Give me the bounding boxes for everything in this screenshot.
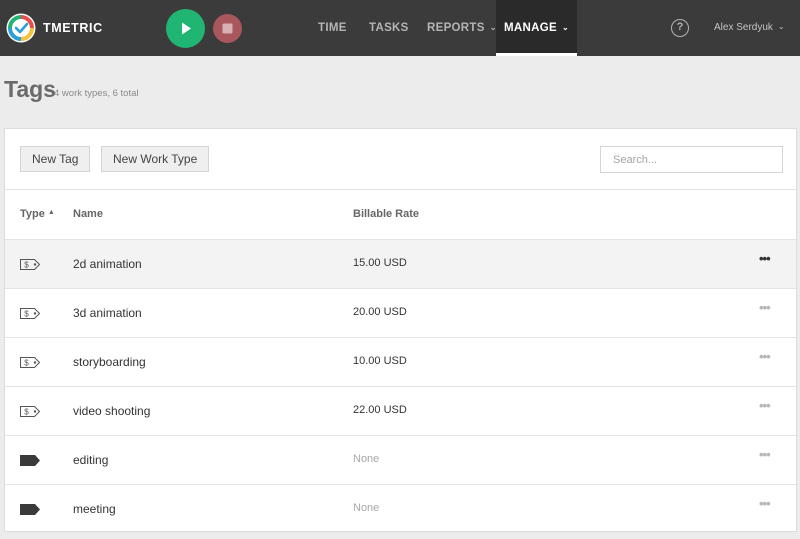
billable-rate: None — [353, 502, 380, 514]
user-name: Alex Serdyuk — [714, 22, 773, 33]
tag-name: editing — [73, 453, 109, 467]
nav-manage-label: MANAGE — [504, 22, 557, 34]
chevron-down-icon: ⌄ — [777, 22, 785, 31]
user-menu[interactable]: Alex Serdyuk ⌄ — [714, 0, 785, 56]
tmetric-logo-icon[interactable] — [6, 13, 36, 43]
play-icon — [182, 22, 191, 35]
table-row[interactable]: $ 3d animation 20.00 USD ••• — [5, 288, 796, 337]
new-work-type-button[interactable]: New Work Type — [101, 146, 210, 172]
svg-text:$: $ — [24, 261, 29, 270]
tag-icon — [20, 455, 40, 466]
column-billable-rate[interactable]: Billable Rate — [353, 208, 419, 220]
work-type-icon: $ — [20, 259, 40, 270]
more-icon[interactable]: ••• — [759, 350, 777, 367]
more-icon[interactable]: ••• — [759, 399, 777, 416]
nav-time[interactable]: TIME — [318, 0, 347, 56]
brand-name[interactable]: TMETRIC — [43, 21, 103, 35]
tag-icon — [20, 504, 40, 515]
work-type-icon: $ — [20, 357, 40, 368]
tag-name: 3d animation — [73, 306, 142, 320]
billable-rate: 22.00 USD — [353, 404, 407, 416]
new-tag-button[interactable]: New Tag — [20, 146, 91, 172]
more-icon[interactable]: ••• — [759, 301, 777, 318]
help-glyph: ? — [676, 21, 684, 33]
tags-card: New Tag New Work Type Type▲ Name Billabl… — [4, 128, 797, 532]
help-icon[interactable]: ? — [671, 19, 689, 37]
more-icon[interactable]: ••• — [759, 497, 777, 514]
more-icon[interactable]: ••• — [759, 252, 777, 269]
sort-ascending-icon: ▲ — [47, 209, 55, 216]
work-type-icon: $ — [20, 406, 40, 417]
column-type-label: Type — [20, 208, 45, 220]
work-type-icon: $ — [20, 308, 40, 319]
billable-rate: 20.00 USD — [353, 306, 407, 318]
nav-manage[interactable]: MANAGE ⌄ — [496, 0, 577, 56]
billable-rate: 10.00 USD — [353, 355, 407, 367]
table-row[interactable]: $ 2d animation 15.00 USD ••• — [5, 239, 796, 288]
top-bar: TMETRIC TIME TASKS REPORTS ⌄ MANAGE ⌄ ? Al… — [0, 0, 800, 56]
table-row[interactable]: $ video shooting 22.00 USD ••• — [5, 386, 796, 435]
chevron-down-icon: ⌄ — [561, 23, 569, 32]
stop-icon — [222, 23, 233, 34]
table-row[interactable]: $ storyboarding 10.00 USD ••• — [5, 337, 796, 386]
svg-text:$: $ — [24, 359, 29, 368]
table-row[interactable]: meeting None ••• — [5, 484, 796, 533]
tag-name: video shooting — [73, 404, 151, 418]
more-icon[interactable]: ••• — [759, 448, 777, 465]
stop-timer-button[interactable] — [213, 14, 242, 43]
start-timer-button[interactable] — [166, 9, 205, 48]
table-header: Type ▲ Name Billable Rate — [5, 189, 796, 239]
billable-rate: 15.00 USD — [353, 257, 407, 269]
nav-tasks[interactable]: TASKS — [369, 0, 409, 56]
tag-name: meeting — [73, 502, 116, 516]
tag-name: storyboarding — [73, 355, 146, 369]
nav-reports-label: REPORTS — [427, 22, 485, 34]
nav-reports[interactable]: REPORTS ⌄ — [427, 0, 497, 56]
svg-text:$: $ — [24, 408, 29, 417]
svg-text:$: $ — [24, 310, 29, 319]
table-row[interactable]: editing None ••• — [5, 435, 796, 484]
column-name[interactable]: Name — [73, 208, 103, 220]
billable-rate: None — [353, 453, 380, 465]
tag-name: 2d animation — [73, 257, 142, 271]
search-input[interactable] — [600, 146, 783, 173]
nav-tasks-label: TASKS — [369, 22, 409, 34]
column-type[interactable]: Type ▲ — [20, 208, 55, 220]
page-subtitle: 4 work types, 6 total — [54, 88, 139, 99]
page-title: Tags — [4, 76, 56, 102]
nav-time-label: TIME — [318, 22, 347, 34]
